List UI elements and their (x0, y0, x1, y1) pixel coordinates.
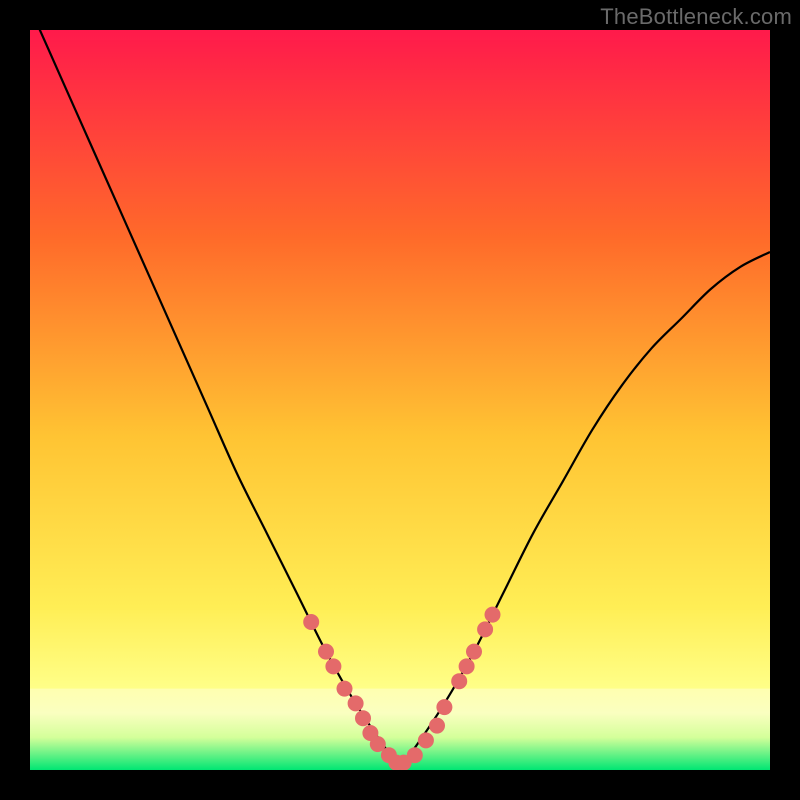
chart-svg (30, 30, 770, 770)
highlight-point (325, 658, 341, 674)
plot-area (30, 30, 770, 770)
gradient-background (30, 30, 770, 770)
highlight-point (451, 673, 467, 689)
highlight-point (303, 614, 319, 630)
highlight-point (477, 621, 493, 637)
highlight-point (355, 710, 371, 726)
highlight-point (466, 644, 482, 660)
watermark-text: TheBottleneck.com (600, 4, 792, 30)
highlight-point (459, 658, 475, 674)
highlight-point (337, 681, 353, 697)
highlight-point (418, 732, 434, 748)
highlight-point (318, 644, 334, 660)
highlight-point (407, 747, 423, 763)
highlight-point (429, 718, 445, 734)
highlight-point (485, 607, 501, 623)
highlight-point (348, 695, 364, 711)
chart-frame: TheBottleneck.com (0, 0, 800, 800)
highlight-point (436, 699, 452, 715)
